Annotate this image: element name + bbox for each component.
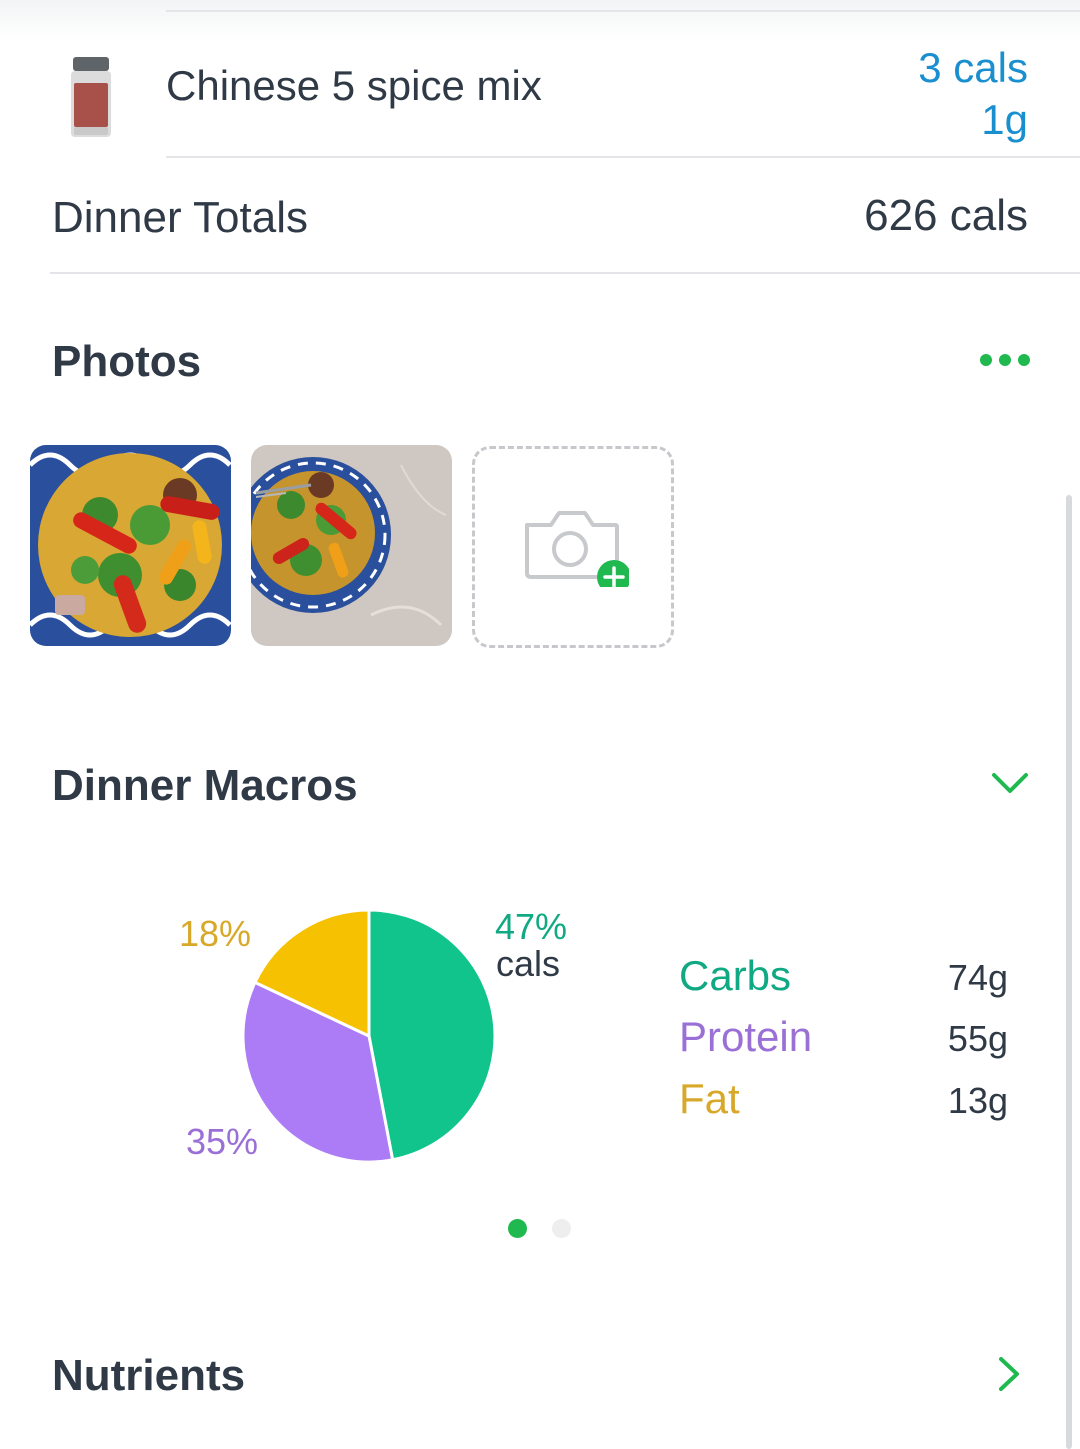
- legend-protein-label: Protein: [679, 1013, 813, 1060]
- spice-jar-icon: [71, 57, 111, 137]
- meal-photo-image: [30, 445, 231, 646]
- camera-add-icon: [525, 511, 629, 587]
- dinner-totals-value: 626 cals: [864, 191, 1028, 240]
- page-indicator-active[interactable]: [508, 1219, 527, 1238]
- chevron-down-icon[interactable]: [990, 770, 1030, 796]
- food-item-name: Chinese 5 spice mix: [166, 62, 542, 109]
- add-photo-button[interactable]: [472, 446, 674, 648]
- dinner-macros-title: Dinner Macros: [52, 761, 358, 810]
- chevron-right-icon[interactable]: [996, 1355, 1022, 1393]
- divider: [50, 272, 1080, 274]
- dot: [1018, 354, 1030, 366]
- meal-photo-image: [251, 445, 452, 646]
- scrollbar[interactable]: [1066, 495, 1072, 1449]
- food-item-grams: 1g: [981, 96, 1028, 143]
- photos-title: Photos: [52, 337, 202, 386]
- carbs-percent: 47%: [495, 906, 568, 947]
- carbs-percent-unit: cals: [496, 943, 561, 984]
- meal-photo-2[interactable]: [251, 445, 452, 646]
- macros-pie-chart: [241, 908, 497, 1164]
- page-indicator[interactable]: [552, 1219, 571, 1238]
- protein-percent: 35%: [186, 1121, 259, 1162]
- legend-carbs-label: Carbs: [679, 952, 792, 999]
- fat-percent: 18%: [179, 913, 252, 954]
- more-dots-icon[interactable]: [980, 353, 1030, 367]
- dot: [999, 354, 1011, 366]
- divider: [166, 156, 1080, 158]
- food-item-cals: 3 cals: [918, 44, 1028, 91]
- dot: [980, 354, 992, 366]
- legend-fat-value: 13g: [947, 1080, 1008, 1121]
- nutrients-title: Nutrients: [52, 1351, 246, 1400]
- dinner-totals-label: Dinner Totals: [52, 193, 308, 242]
- legend-carbs-value: 74g: [947, 957, 1008, 998]
- legend-fat-label: Fat: [679, 1075, 740, 1122]
- pie-slice-carbs: [367, 908, 497, 1162]
- legend-protein-value: 55g: [947, 1018, 1008, 1059]
- meal-photo-1[interactable]: [30, 445, 231, 646]
